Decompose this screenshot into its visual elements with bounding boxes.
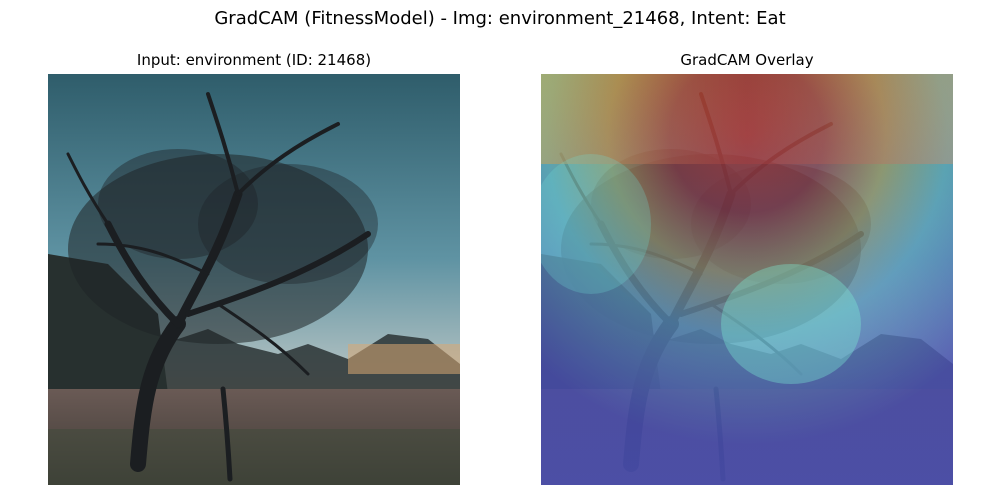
overlay-panel-title: GradCAM Overlay bbox=[680, 51, 814, 69]
figure-suptitle: GradCAM (FitnessModel) - Img: environmen… bbox=[214, 8, 786, 29]
input-panel-title: Input: environment (ID: 21468) bbox=[136, 51, 372, 69]
input-image bbox=[48, 74, 460, 485]
gradcam-overlay-image bbox=[541, 74, 953, 485]
